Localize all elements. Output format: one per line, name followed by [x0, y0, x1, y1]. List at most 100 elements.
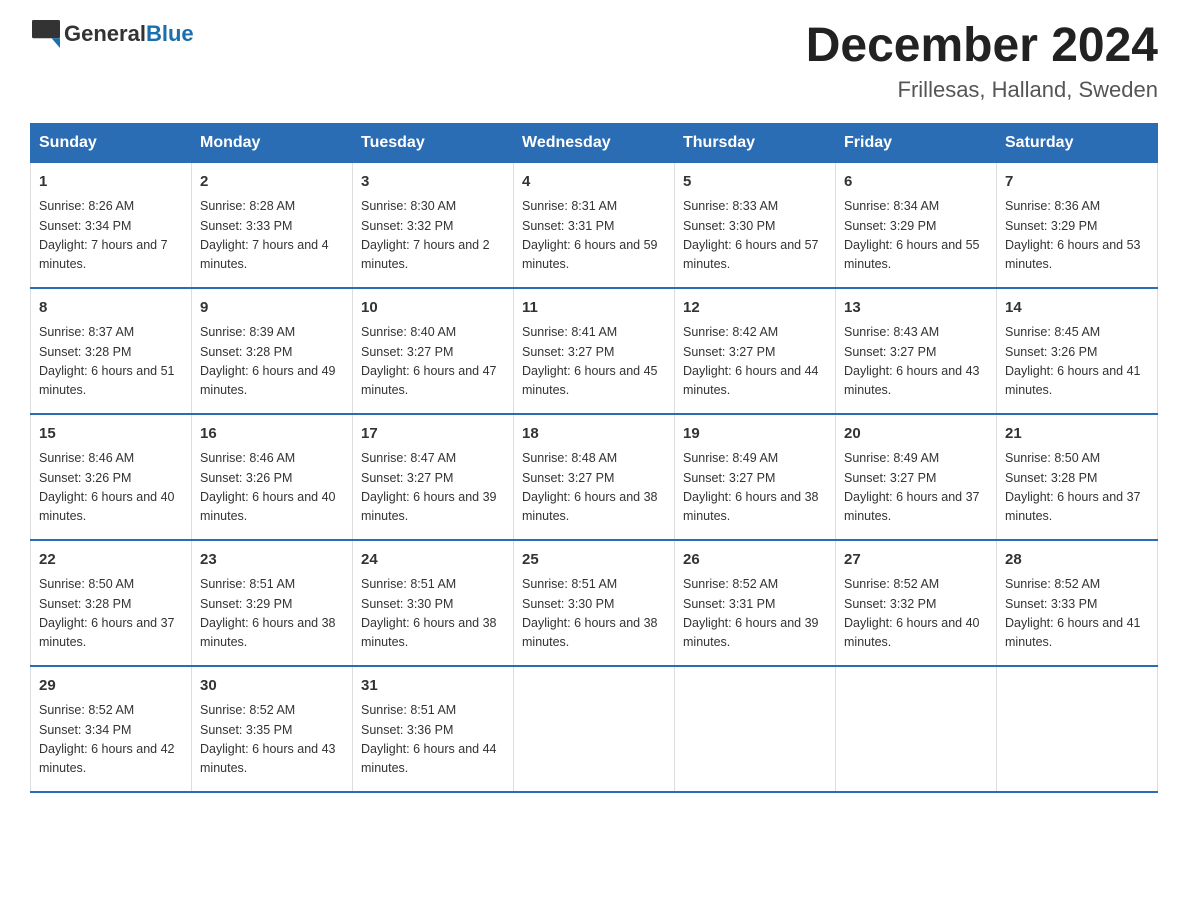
day-cell: 23Sunrise: 8:51 AMSunset: 3:29 PMDayligh…: [192, 540, 353, 666]
day-number: 14: [1005, 297, 1149, 320]
day-info: Sunrise: 8:48 AMSunset: 3:27 PMDaylight:…: [522, 449, 666, 527]
day-number: 8: [39, 297, 183, 320]
day-number: 22: [39, 549, 183, 572]
day-number: 25: [522, 549, 666, 572]
day-number: 30: [200, 675, 344, 698]
day-cell: 19Sunrise: 8:49 AMSunset: 3:27 PMDayligh…: [675, 414, 836, 540]
day-info: Sunrise: 8:51 AMSunset: 3:30 PMDaylight:…: [522, 575, 666, 653]
day-info: Sunrise: 8:51 AMSunset: 3:36 PMDaylight:…: [361, 701, 505, 779]
day-number: 16: [200, 423, 344, 446]
day-number: 3: [361, 171, 505, 194]
day-info: Sunrise: 8:40 AMSunset: 3:27 PMDaylight:…: [361, 323, 505, 401]
header-sunday: Sunday: [31, 123, 192, 162]
calendar-subtitle: Frillesas, Halland, Sweden: [806, 77, 1158, 103]
days-header-row: SundayMondayTuesdayWednesdayThursdayFrid…: [31, 123, 1158, 162]
day-cell: 4 Sunrise: 8:31 AMSunset: 3:31 PMDaylight…: [514, 162, 675, 288]
calendar-title: December 2024: [806, 20, 1158, 73]
day-number: 26: [683, 549, 827, 572]
day-cell: 25 Sunrise: 8:51 AMSunset: 3:30 PMDayligh…: [514, 540, 675, 666]
day-number: 11: [522, 297, 666, 320]
day-number: 5: [683, 171, 827, 194]
day-info: Sunrise: 8:37 AMSunset: 3:28 PMDaylight:…: [39, 323, 183, 401]
day-number: 28: [1005, 549, 1149, 572]
day-number: 31: [361, 675, 505, 698]
day-cell: 10 Sunrise: 8:40 AMSunset: 3:27 PMDayligh…: [353, 288, 514, 414]
day-cell: 3 Sunrise: 8:30 AMSunset: 3:32 PMDaylight…: [353, 162, 514, 288]
header-thursday: Thursday: [675, 123, 836, 162]
day-info: Sunrise: 8:46 AMSunset: 3:26 PMDaylight:…: [200, 449, 344, 527]
day-info: Sunrise: 8:50 AMSunset: 3:28 PMDaylight:…: [39, 575, 183, 653]
day-info: Sunrise: 8:43 AMSunset: 3:27 PMDaylight:…: [844, 323, 988, 401]
day-cell: 15Sunrise: 8:46 AMSunset: 3:26 PMDayligh…: [31, 414, 192, 540]
day-info: Sunrise: 8:49 AMSunset: 3:27 PMDaylight:…: [683, 449, 827, 527]
day-info: Sunrise: 8:51 AMSunset: 3:30 PMDaylight:…: [361, 575, 505, 653]
day-cell: 30 Sunrise: 8:52 AMSunset: 3:35 PMDayligh…: [192, 666, 353, 792]
title-block: December 2024 Frillesas, Halland, Sweden: [806, 20, 1158, 103]
day-info: Sunrise: 8:30 AMSunset: 3:32 PMDaylight:…: [361, 197, 505, 275]
day-number: 24: [361, 549, 505, 572]
day-cell: 29 Sunrise: 8:52 AMSunset: 3:34 PMDayligh…: [31, 666, 192, 792]
logo-general-text: General: [64, 21, 146, 46]
day-cell: 28 Sunrise: 8:52 AMSunset: 3:33 PMDayligh…: [997, 540, 1158, 666]
week-row-1: 1Sunrise: 8:26 AMSunset: 3:34 PMDaylight…: [31, 162, 1158, 288]
day-info: Sunrise: 8:31 AMSunset: 3:31 PMDaylight:…: [522, 197, 666, 275]
header-tuesday: Tuesday: [353, 123, 514, 162]
day-cell: 7Sunrise: 8:36 AMSunset: 3:29 PMDaylight…: [997, 162, 1158, 288]
page-header: GeneralBlue December 2024 Frillesas, Hal…: [30, 20, 1158, 103]
day-info: Sunrise: 8:42 AMSunset: 3:27 PMDaylight:…: [683, 323, 827, 401]
day-cell: 1Sunrise: 8:26 AMSunset: 3:34 PMDaylight…: [31, 162, 192, 288]
day-cell: 21 Sunrise: 8:50 AMSunset: 3:28 PMDayligh…: [997, 414, 1158, 540]
day-cell: 24 Sunrise: 8:51 AMSunset: 3:30 PMDayligh…: [353, 540, 514, 666]
day-cell: 13Sunrise: 8:43 AMSunset: 3:27 PMDayligh…: [836, 288, 997, 414]
day-info: Sunrise: 8:34 AMSunset: 3:29 PMDaylight:…: [844, 197, 988, 275]
day-info: Sunrise: 8:52 AMSunset: 3:34 PMDaylight:…: [39, 701, 183, 779]
header-monday: Monday: [192, 123, 353, 162]
day-info: Sunrise: 8:52 AMSunset: 3:31 PMDaylight:…: [683, 575, 827, 653]
week-row-3: 15 Sunrise: 8:46 AMSunset: 3:26 PMDayligh…: [31, 414, 1158, 540]
day-number: 10: [361, 297, 505, 320]
day-number: 4: [522, 171, 666, 194]
day-cell: 5 Sunrise: 8:33 AMSunset: 3:30 PMDaylight…: [675, 162, 836, 288]
header-saturday: Saturday: [997, 123, 1158, 162]
day-cell: 17Sunrise: 8:47 AMSunset: 3:27 PMDayligh…: [353, 414, 514, 540]
day-cell: 6Sunrise: 8:34 AMSunset: 3:29 PMDaylight…: [836, 162, 997, 288]
day-number: 23: [200, 549, 344, 572]
week-row-5: 29 Sunrise: 8:52 AMSunset: 3:34 PMDayligh…: [31, 666, 1158, 792]
day-number: 27: [844, 549, 988, 572]
day-number: 20: [844, 423, 988, 446]
day-info: Sunrise: 8:50 AMSunset: 3:28 PMDaylight:…: [1005, 449, 1149, 527]
day-info: Sunrise: 8:33 AMSunset: 3:30 PMDaylight:…: [683, 197, 827, 275]
day-info: Sunrise: 8:36 AMSunset: 3:29 PMDaylight:…: [1005, 197, 1149, 275]
day-number: 17: [361, 423, 505, 446]
day-cell: [675, 666, 836, 792]
day-info: Sunrise: 8:41 AMSunset: 3:27 PMDaylight:…: [522, 323, 666, 401]
day-number: 15: [39, 423, 183, 446]
day-cell: 8 Sunrise: 8:37 AMSunset: 3:28 PMDaylight…: [31, 288, 192, 414]
day-info: Sunrise: 8:28 AMSunset: 3:33 PMDaylight:…: [200, 197, 344, 275]
week-row-2: 8 Sunrise: 8:37 AMSunset: 3:28 PMDaylight…: [31, 288, 1158, 414]
logo: GeneralBlue: [30, 20, 194, 48]
day-cell: 12Sunrise: 8:42 AMSunset: 3:27 PMDayligh…: [675, 288, 836, 414]
day-number: 1: [39, 171, 183, 194]
day-info: Sunrise: 8:52 AMSunset: 3:33 PMDaylight:…: [1005, 575, 1149, 653]
day-cell: 16 Sunrise: 8:46 AMSunset: 3:26 PMDayligh…: [192, 414, 353, 540]
calendar-table: SundayMondayTuesdayWednesdayThursdayFrid…: [30, 123, 1158, 793]
header-wednesday: Wednesday: [514, 123, 675, 162]
week-row-4: 22 Sunrise: 8:50 AMSunset: 3:28 PMDayligh…: [31, 540, 1158, 666]
day-cell: 14Sunrise: 8:45 AMSunset: 3:26 PMDayligh…: [997, 288, 1158, 414]
day-cell: 2 Sunrise: 8:28 AMSunset: 3:33 PMDaylight…: [192, 162, 353, 288]
day-number: 9: [200, 297, 344, 320]
logo-blue-text: Blue: [146, 21, 194, 46]
day-cell: 22 Sunrise: 8:50 AMSunset: 3:28 PMDayligh…: [31, 540, 192, 666]
day-cell: 9Sunrise: 8:39 AMSunset: 3:28 PMDaylight…: [192, 288, 353, 414]
day-number: 29: [39, 675, 183, 698]
day-cell: 26 Sunrise: 8:52 AMSunset: 3:31 PMDayligh…: [675, 540, 836, 666]
day-cell: [836, 666, 997, 792]
day-info: Sunrise: 8:52 AMSunset: 3:32 PMDaylight:…: [844, 575, 988, 653]
day-cell: 31 Sunrise: 8:51 AMSunset: 3:36 PMDayligh…: [353, 666, 514, 792]
day-number: 18: [522, 423, 666, 446]
logo-icon: [32, 20, 60, 48]
day-info: Sunrise: 8:52 AMSunset: 3:35 PMDaylight:…: [200, 701, 344, 779]
day-number: 2: [200, 171, 344, 194]
day-number: 21: [1005, 423, 1149, 446]
